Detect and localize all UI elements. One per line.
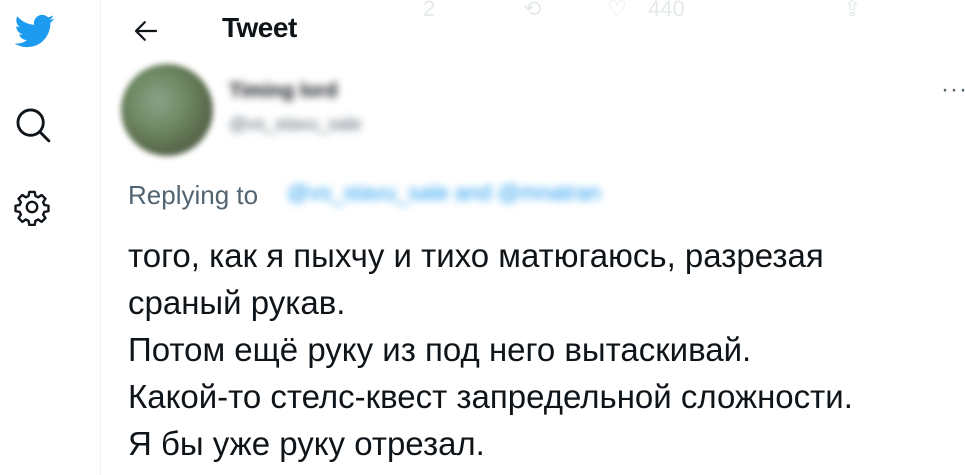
faded-like-count: 440 bbox=[648, 0, 685, 21]
twitter-bird-icon[interactable] bbox=[9, 10, 59, 52]
faded-retweet-icon: ⟲ bbox=[523, 0, 542, 21]
faded-share-icon: ⇪ bbox=[843, 0, 862, 21]
search-icon[interactable] bbox=[14, 106, 52, 144]
tweet-line: сраный рукав. bbox=[128, 284, 346, 321]
replying-to-handles[interactable]: @vs_stavu_sale and @mnatran bbox=[287, 180, 601, 206]
tweet-line: Я бы уже руку отрезал. bbox=[128, 425, 485, 462]
tweet-line: того, как я пыхчу и тихо матюгаюсь, разр… bbox=[128, 237, 824, 274]
gear-icon[interactable] bbox=[13, 188, 51, 226]
more-icon[interactable]: ··· bbox=[941, 76, 965, 104]
page-title: Tweet bbox=[222, 12, 297, 43]
avatar[interactable] bbox=[121, 64, 213, 156]
tweet-text: того, как я пыхчу и тихо матюгаюсь, разр… bbox=[128, 232, 958, 467]
faded-reply-count: 2 bbox=[423, 0, 436, 21]
replying-to-label: Replying to bbox=[128, 180, 259, 210]
faded-like-icon: ♡ bbox=[607, 0, 627, 21]
faded-action-bar: 2 ⟲ ♡ 440 ⇪ bbox=[371, 0, 965, 28]
tweet-line: Потом ещё руку из под него вытаскивай. bbox=[128, 331, 752, 368]
back-arrow-icon[interactable] bbox=[131, 16, 161, 46]
main-column: 2 ⟲ ♡ 440 ⇪ Tweet Timing lord @vs_stavu_… bbox=[101, 0, 965, 475]
author-display-name[interactable]: Timing lord bbox=[229, 80, 338, 103]
author-handle[interactable]: @vs_stavu_sale bbox=[229, 114, 361, 135]
left-rail bbox=[0, 0, 101, 475]
tweet-line: Какой-то стелс-квест запредельной сложно… bbox=[128, 378, 853, 415]
